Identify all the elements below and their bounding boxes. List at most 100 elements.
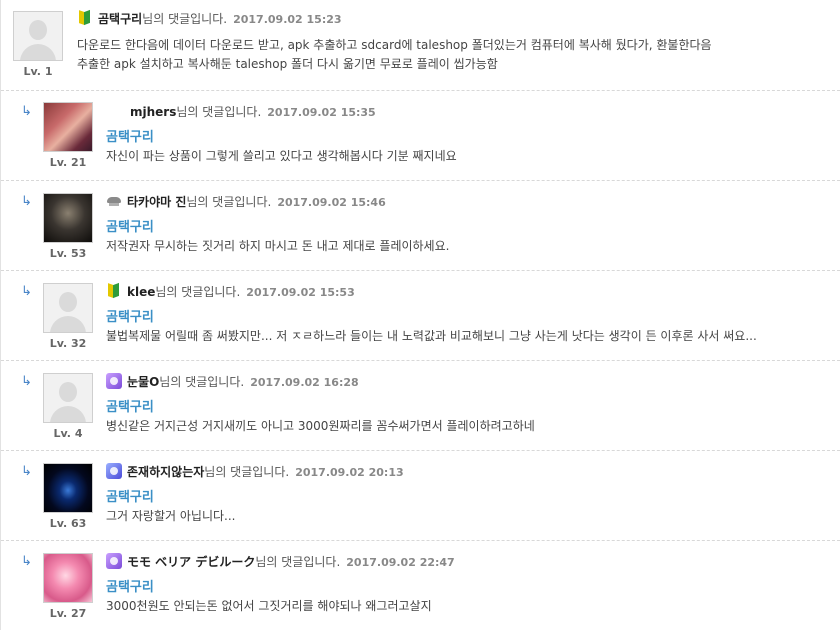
nickname[interactable]: 타카야마 진 <box>127 195 186 209</box>
level-value: 32 <box>71 337 87 350</box>
reply-mention[interactable]: 곰택구리 <box>106 576 834 595</box>
reply-mention[interactable]: 곰택구리 <box>106 396 834 415</box>
user-level: Lv. 63 <box>39 517 97 530</box>
avatar-placeholder-icon <box>59 382 77 402</box>
reply-arrow-icon: ↳ <box>21 104 32 119</box>
avatar-placeholder-icon <box>29 20 47 40</box>
reply-mention[interactable]: 곰택구리 <box>106 126 834 145</box>
comment-suffix: 님의 댓글입니다. <box>155 285 241 299</box>
level-value: 63 <box>71 517 87 530</box>
user-level: Lv. 27 <box>39 607 97 620</box>
nickname[interactable]: モモ ベリア デビルーク <box>127 555 255 569</box>
nickname[interactable]: 존재하지않는자 <box>127 465 204 479</box>
user-level: Lv. 53 <box>39 247 97 260</box>
reply-mention[interactable]: 곰택구리 <box>106 216 834 235</box>
avatar-column: Lv. 32 <box>39 283 97 350</box>
comment-body: 타카야마 진님의 댓글입니다. 2017.09.02 15:46 곰택구리 저작권… <box>106 193 834 256</box>
avatar[interactable] <box>43 193 93 243</box>
avatar[interactable] <box>43 283 93 333</box>
reply-item: ↳ Lv. 63 존재하지않는자님의 댓글입니다. 2017.09.02 20:1… <box>1 450 840 539</box>
level-prefix: Lv. <box>49 607 68 620</box>
comment-text: 다운로드 한다음에 데이터 다운로드 받고, apk 추출하고 sdcard에 … <box>77 36 834 74</box>
comment-suffix: 님의 댓글입니다. <box>204 465 290 479</box>
level-prefix: Lv. <box>53 427 71 440</box>
user-level: Lv. 4 <box>39 427 97 440</box>
reply-item: ↳ Lv. 53 타카야마 진님의 댓글입니다. 2017.09.02 15:46… <box>1 180 840 269</box>
reply-item: ↳ Lv. 4 눈물O님의 댓글입니다. 2017.09.02 16:28 곰택구… <box>1 360 840 449</box>
avatar-column: Lv. 53 <box>39 193 97 260</box>
reply-mention[interactable]: 곰택구리 <box>106 486 834 505</box>
level-prefix: Lv. <box>23 65 41 78</box>
reply-arrow-icon: ↳ <box>21 464 32 479</box>
reply-arrow-icon: ↳ <box>21 284 32 299</box>
comment-item: Lv. 1 곰택구리님의 댓글입니다. 2017.09.02 15:23 다운로드… <box>1 0 840 88</box>
level-prefix: Lv. <box>49 517 68 530</box>
comment-header: klee님의 댓글입니다. 2017.09.02 15:53 <box>106 283 834 301</box>
comment-date: 2017.09.02 15:23 <box>233 13 342 26</box>
comment-date: 2017.09.02 15:46 <box>277 196 386 209</box>
comment-date: 2017.09.02 22:47 <box>346 556 455 569</box>
user-level: Lv. 1 <box>9 65 67 78</box>
comment-date: 2017.09.02 16:28 <box>250 376 359 389</box>
level-prefix: Lv. <box>49 156 68 169</box>
reply-mention[interactable]: 곰택구리 <box>106 306 834 325</box>
comment-text: 3000천원도 안되는돈 없어서 그짓거리를 해야되나 왜그러고살지 <box>106 599 432 613</box>
comment-line: 추출한 apk 설치하고 복사해둔 taleshop 폴더 다시 옮기면 무료로… <box>77 57 498 71</box>
reply-arrow-icon: ↳ <box>21 194 32 209</box>
grade-badge-icon <box>106 373 122 389</box>
nickname[interactable]: mjhers <box>130 105 176 119</box>
comment-text: 불법복제물 어릴때 좀 써봤지만... 저 ㅈㄹ하느라 들이는 내 노력값과 비… <box>106 329 757 343</box>
comment-header: 곰택구리님의 댓글입니다. 2017.09.02 15:23 <box>77 10 834 28</box>
avatar-column: Lv. 4 <box>39 373 97 440</box>
avatar[interactable] <box>43 373 93 423</box>
level-value: 27 <box>71 607 87 620</box>
reply-item: ↳ Lv. 27 モモ ベリア デビルーク님의 댓글입니다. 2017.09.02… <box>1 540 840 631</box>
comment-body: klee님의 댓글입니다. 2017.09.02 15:53 곰택구리 불법복제물… <box>106 283 834 346</box>
comment-list: Lv. 1 곰택구리님의 댓글입니다. 2017.09.02 15:23 다운로드… <box>0 0 840 630</box>
beginner-badge-icon <box>77 10 93 26</box>
level-value: 21 <box>71 156 87 169</box>
user-level: Lv. 32 <box>39 337 97 350</box>
level-value: 1 <box>44 65 53 78</box>
avatar-column: Lv. 27 <box>39 553 97 620</box>
reply-item: ↳ Lv. 21 mjhers님의 댓글입니다. 2017.09.02 15:35… <box>1 90 840 179</box>
comment-suffix: 님의 댓글입니다. <box>159 375 245 389</box>
avatar-column: Lv. 21 <box>39 102 97 169</box>
avatar-column: Lv. 63 <box>39 463 97 530</box>
grade-badge-icon <box>106 463 122 479</box>
comment-header: mjhers님의 댓글입니다. 2017.09.02 15:35 <box>106 103 834 121</box>
comment-header: 타카야마 진님의 댓글입니다. 2017.09.02 15:46 <box>106 193 834 211</box>
grade-badge-icon <box>106 553 122 569</box>
comment-text: 그거 자랑할거 아닙니다... <box>106 509 236 523</box>
comment-header: モモ ベリア デビルーク님의 댓글입니다. 2017.09.02 22:47 <box>106 553 834 571</box>
avatar[interactable] <box>13 11 63 61</box>
avatar-placeholder-body <box>20 44 56 60</box>
nickname[interactable]: 곰택구리 <box>98 12 142 26</box>
level-value: 4 <box>74 427 83 440</box>
avatar-placeholder-icon <box>59 292 77 312</box>
avatar-column: Lv. 1 <box>9 11 67 78</box>
reply-arrow-icon: ↳ <box>21 374 32 389</box>
comment-text: 병신같은 거지근성 거지새끼도 아니고 3000원짜리를 꼼수써가면서 플레이하… <box>106 419 535 433</box>
comment-body: mjhers님의 댓글입니다. 2017.09.02 15:35 곰택구리 자신이… <box>106 103 834 166</box>
comment-suffix: 님의 댓글입니다. <box>176 105 262 119</box>
comment-body: 곰택구리님의 댓글입니다. 2017.09.02 15:23 다운로드 한다음에 … <box>77 10 834 74</box>
nickname[interactable]: 눈물O <box>127 375 159 389</box>
comment-date: 2017.09.02 20:13 <box>295 466 404 479</box>
avatar-placeholder-body <box>50 406 86 422</box>
comment-suffix: 님의 댓글입니다. <box>186 195 272 209</box>
comment-date: 2017.09.02 15:53 <box>246 286 355 299</box>
comment-body: 존재하지않는자님의 댓글입니다. 2017.09.02 20:13 곰택구리 그거… <box>106 463 834 526</box>
comment-text: 자신이 파는 상품이 그렇게 쓸리고 있다고 생각해봅시다 기분 째지네요 <box>106 149 457 163</box>
comment-line: 다운로드 한다음에 데이터 다운로드 받고, apk 추출하고 sdcard에 … <box>77 38 712 52</box>
comment-suffix: 님의 댓글입니다. <box>142 12 228 26</box>
avatar[interactable] <box>43 463 93 513</box>
avatar[interactable] <box>43 102 93 152</box>
comment-text: 저작권자 무시하는 짓거리 하지 마시고 돈 내고 제대로 플레이하세요. <box>106 239 450 253</box>
reply-item: ↳ Lv. 32 klee님의 댓글입니다. 2017.09.02 15:53 곰… <box>1 270 840 359</box>
nickname[interactable]: klee <box>127 285 155 299</box>
level-value: 53 <box>71 247 87 260</box>
avatar[interactable] <box>43 553 93 603</box>
comment-header: 눈물O님의 댓글입니다. 2017.09.02 16:28 <box>106 373 834 391</box>
level-prefix: Lv. <box>49 247 68 260</box>
